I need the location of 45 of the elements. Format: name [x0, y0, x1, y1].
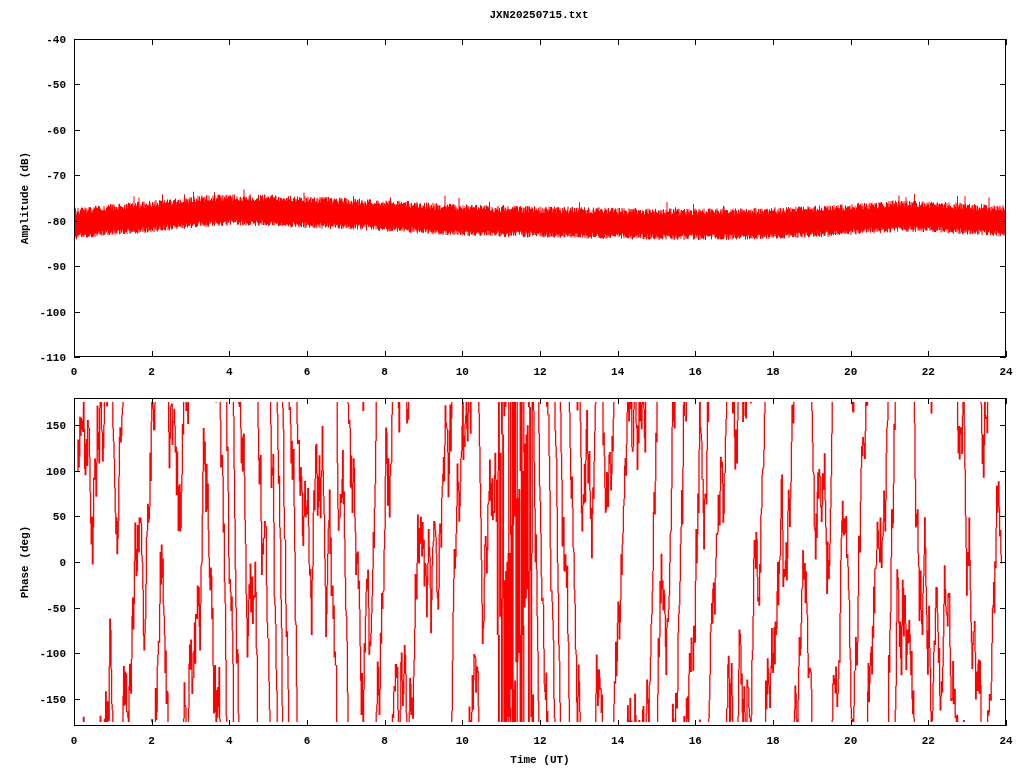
tick-label: 16 — [688, 366, 702, 378]
tick-label: 50 — [52, 511, 66, 524]
tick-label: -80 — [46, 215, 66, 228]
tick-label: 4 — [226, 735, 233, 747]
tick-label: 10 — [455, 366, 469, 378]
tick-label: -90 — [46, 261, 66, 274]
tick-label: 22 — [921, 366, 935, 378]
axis-label: Time (UT) — [510, 754, 570, 766]
tick-label: 4 — [226, 366, 233, 378]
tick-label: 18 — [766, 735, 780, 747]
tick-label: -40 — [46, 34, 66, 46]
tick-label: 20 — [844, 735, 858, 747]
tick-label: 2 — [148, 366, 155, 378]
tick-label: 14 — [611, 366, 625, 378]
tick-label: 6 — [303, 366, 311, 378]
tick-label: 18 — [766, 366, 780, 378]
tick-label: 14 — [611, 735, 625, 747]
tick-label: -100 — [39, 306, 66, 319]
tick-label: 8 — [381, 366, 388, 378]
tick-label: 6 — [303, 735, 311, 747]
chart-title: JXN20250715.txt — [489, 9, 589, 21]
tick-label: 22 — [921, 735, 935, 747]
tick-label: -50 — [46, 602, 66, 615]
tick-label: 24 — [999, 366, 1013, 378]
tick-label: -60 — [46, 124, 66, 137]
tick-label: 8 — [381, 735, 388, 747]
tick-label: 10 — [455, 735, 469, 747]
tick-label: -150 — [39, 693, 66, 706]
tick-label: -50 — [46, 79, 66, 92]
tick-label: 150 — [46, 420, 66, 433]
tick-label: 100 — [46, 465, 66, 478]
tick-label: 0 — [70, 366, 78, 378]
tick-label: 2 — [148, 735, 155, 747]
tick-label: 20 — [844, 366, 858, 378]
axis-label: Phase (deg) — [19, 525, 31, 599]
axis-label: Amplitude (dB) — [19, 151, 31, 245]
tick-label: -100 — [39, 648, 66, 661]
tick-label: 16 — [688, 735, 702, 747]
tick-label: 12 — [533, 366, 547, 378]
tick-label: -70 — [46, 170, 66, 183]
tick-label: 0 — [59, 557, 66, 569]
tick-label: -110 — [39, 352, 66, 364]
tick-label: 12 — [533, 735, 547, 747]
tick-label: 0 — [70, 735, 78, 747]
tick-label: 24 — [999, 735, 1013, 747]
